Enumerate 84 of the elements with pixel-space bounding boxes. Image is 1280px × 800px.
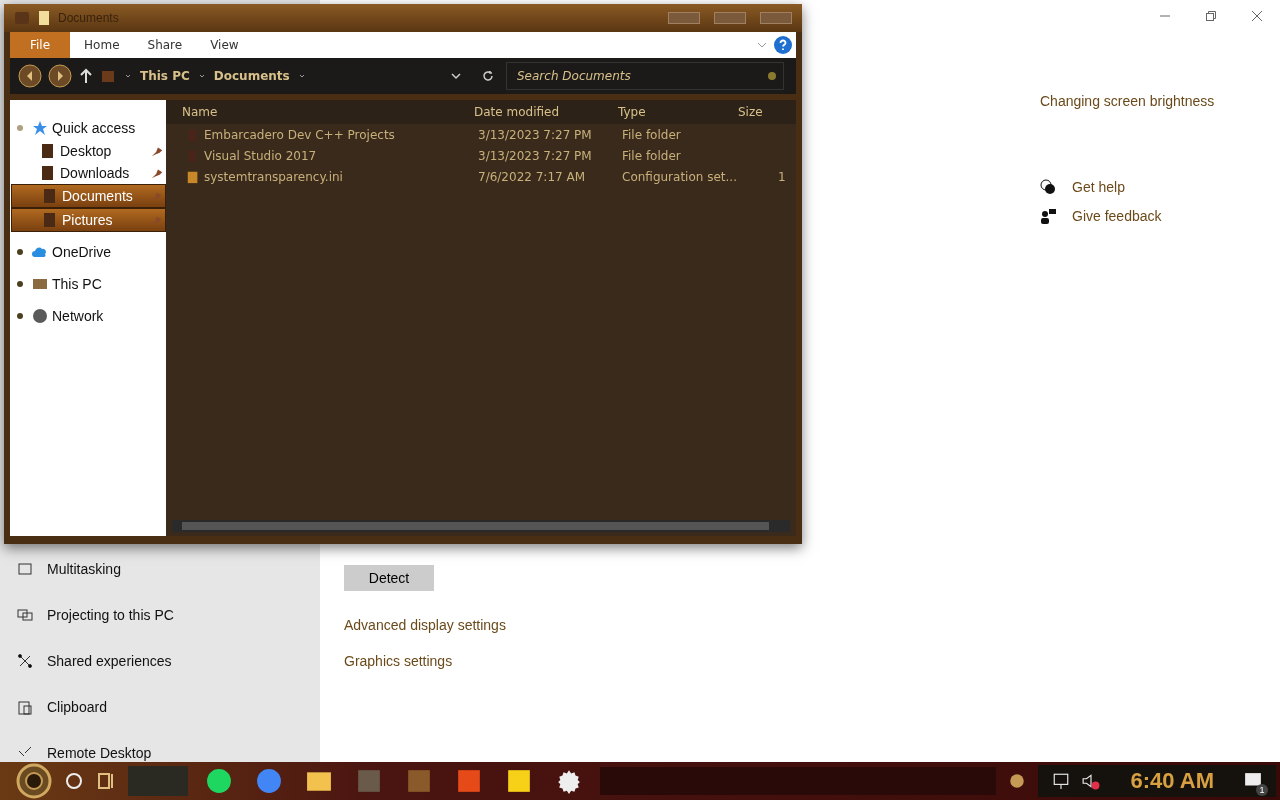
back-button[interactable] xyxy=(18,64,42,88)
search-field[interactable]: Search Documents xyxy=(506,62,784,90)
settings-icon[interactable] xyxy=(556,768,582,794)
ribbon-tab[interactable]: File xyxy=(10,32,71,58)
office-app-icon[interactable] xyxy=(456,768,482,794)
expand-icon[interactable] xyxy=(16,280,24,288)
person-icon xyxy=(1040,208,1056,224)
type-cell-text: Configuration set... xyxy=(622,169,738,184)
folder-icon xyxy=(42,188,58,204)
network-nodes-icon xyxy=(17,653,33,669)
detect-button[interactable]: Detect xyxy=(344,565,434,591)
ribbon-tab[interactable]: Share xyxy=(133,32,197,58)
sidebar-item[interactable]: Projecting to this PC xyxy=(0,592,320,638)
help-link[interactable]: Give feedback xyxy=(1040,208,1162,224)
file-name: Visual Studio 2017 xyxy=(204,148,318,163)
nav-item[interactable]: Pictures xyxy=(11,208,166,232)
folder-icon xyxy=(40,143,56,159)
sidebar-item[interactable]: Remote Desktop xyxy=(0,730,320,762)
column-header[interactable]: Date modified xyxy=(474,105,618,119)
file-row[interactable]: Embarcadero Dev C++ Projects 3/13/2023 7:27 PM File folder xyxy=(166,124,796,145)
related-link[interactable]: Changing screen brightness xyxy=(1040,93,1215,109)
folder-icon xyxy=(14,10,30,26)
expand-icon[interactable] xyxy=(16,312,24,320)
network-icon[interactable] xyxy=(1052,772,1071,790)
breadcrumb-item[interactable]: Documents xyxy=(213,69,290,83)
type-cell-text: File folder xyxy=(622,148,682,163)
size-cell: 1 xyxy=(778,169,786,184)
folder-icon xyxy=(100,68,116,84)
clock[interactable]: 6:40 AM xyxy=(1130,768,1214,794)
file-row[interactable]: Visual Studio 2017 3/13/2023 7:27 PM File folder xyxy=(166,145,796,166)
restore-button[interactable] xyxy=(1205,10,1217,22)
task-view-button[interactable] xyxy=(96,771,116,791)
expand-icon[interactable] xyxy=(16,248,24,256)
clipboard-icon xyxy=(17,699,33,715)
nav-item[interactable]: Downloads xyxy=(10,162,166,184)
address-bar[interactable]: This PC Documents xyxy=(100,61,500,91)
search-icon xyxy=(766,70,778,82)
file-name: Embarcadero Dev C++ Projects xyxy=(204,127,396,142)
file-name: systemtransparency.ini xyxy=(204,169,344,184)
search-button[interactable] xyxy=(64,771,84,791)
column-header[interactable]: Size xyxy=(738,105,763,119)
folder-icon xyxy=(42,212,58,228)
sticky-note-icon[interactable] xyxy=(506,768,532,794)
breadcrumb-item[interactable]: This PC xyxy=(140,69,190,83)
sidebar-item[interactable]: Clipboard xyxy=(0,684,320,730)
screens-icon xyxy=(17,607,33,623)
star-icon xyxy=(32,120,48,136)
column-header[interactable]: Type xyxy=(618,105,738,119)
nav-item[interactable]: This PC xyxy=(10,272,166,296)
help-icon[interactable] xyxy=(774,36,792,54)
start-button[interactable] xyxy=(16,763,52,799)
date-cell-text: 7/6/2022 7:17 AM xyxy=(478,169,587,184)
folder-icon xyxy=(36,10,52,26)
nav-item[interactable]: Network xyxy=(10,304,166,328)
block-app-icon[interactable] xyxy=(406,768,432,794)
computer-icon xyxy=(32,276,48,292)
settings-link[interactable]: Advanced display settings xyxy=(344,617,506,633)
settings-link[interactable]: Graphics settings xyxy=(344,653,453,669)
circle-app-icon[interactable] xyxy=(256,768,282,794)
document-icon xyxy=(186,169,200,184)
nav-item[interactable]: OneDrive xyxy=(10,240,166,264)
nav-item[interactable]: Desktop xyxy=(10,140,166,162)
nav-item[interactable]: Documents xyxy=(11,184,166,208)
muted-speaker-icon[interactable] xyxy=(1082,772,1101,790)
folder-icon xyxy=(40,165,56,181)
ribbon-tab[interactable]: View xyxy=(196,32,253,58)
sidebar-item[interactable]: Shared experiences xyxy=(0,638,320,684)
forward-button[interactable] xyxy=(48,64,72,88)
date-cell-text: 3/13/2023 7:27 PM xyxy=(478,148,593,163)
horizontal-scrollbar[interactable] xyxy=(172,520,790,532)
notification-count: 1 xyxy=(1256,784,1268,796)
window-icon xyxy=(17,561,33,577)
sidebar-item[interactable]: Multitasking xyxy=(0,546,320,592)
ribbon-tab[interactable]: Home xyxy=(70,32,134,58)
date-cell-text: 3/13/2023 7:27 PM xyxy=(478,127,593,142)
type-cell-text: File folder xyxy=(622,127,682,142)
window-title: Documents xyxy=(58,11,119,25)
help-link[interactable]: Get help xyxy=(1040,179,1162,195)
nav-item[interactable]: Quick access xyxy=(10,116,166,140)
close-button[interactable] xyxy=(1251,10,1263,22)
refresh-icon[interactable] xyxy=(482,70,494,82)
up-arrow-icon[interactable] xyxy=(78,68,94,84)
file-row[interactable]: systemtransparency.ini 7/6/2022 7:17 AM Configuration set... 1 xyxy=(166,166,796,187)
column-header[interactable]: Name xyxy=(166,105,474,119)
